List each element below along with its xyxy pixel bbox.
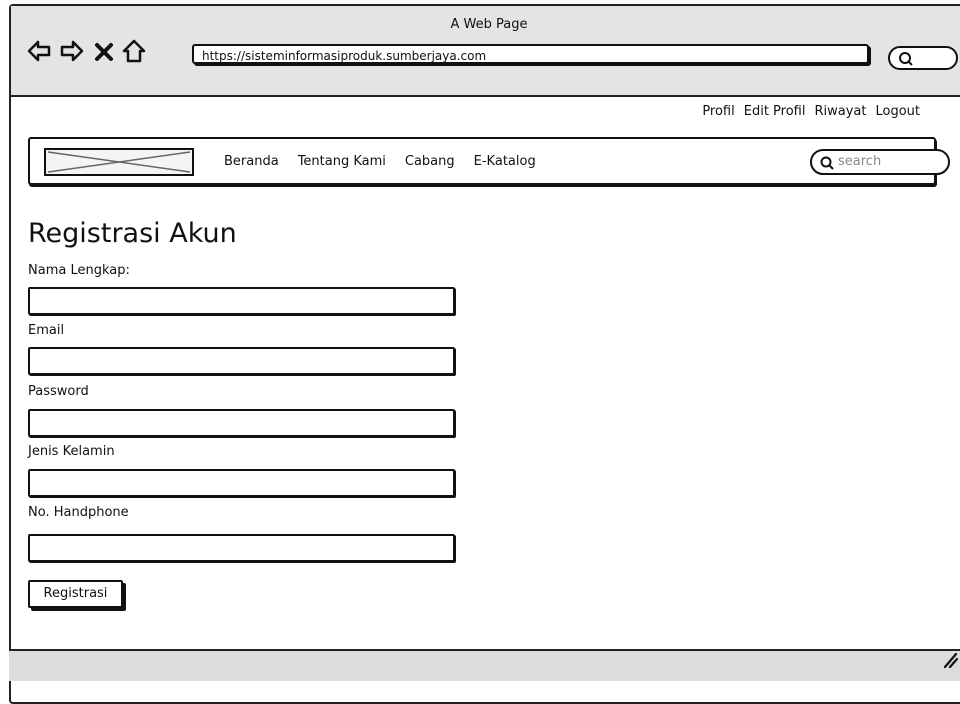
- jenis-kelamin-input[interactable]: [28, 469, 455, 497]
- address-bar[interactable]: https://sisteminformasiproduk.sumberjaya…: [192, 44, 869, 64]
- browser-status-bar: [9, 649, 960, 681]
- label-email: Email: [28, 323, 65, 338]
- browser-titlebar: A Web Page https://sisteminformasiproduk…: [11, 6, 960, 97]
- search-placeholder: search: [838, 154, 882, 169]
- nama-lengkap-input[interactable]: [28, 287, 455, 315]
- label-nama-lengkap: Nama Lengkap:: [28, 263, 130, 278]
- registrasi-button[interactable]: Registrasi: [28, 580, 123, 608]
- top-user-nav: Profil Edit Profil Riwayat Logout: [702, 104, 920, 119]
- label-jenis-kelamin: Jenis Kelamin: [28, 444, 115, 459]
- search-input[interactable]: search: [810, 149, 950, 175]
- forward-icon[interactable]: [59, 38, 85, 64]
- menu-item-cabang[interactable]: Cabang: [405, 154, 455, 169]
- no-handphone-input[interactable]: [28, 534, 455, 562]
- email-input[interactable]: [28, 347, 455, 375]
- logo-image-placeholder[interactable]: [44, 148, 194, 176]
- password-input[interactable]: [28, 409, 455, 437]
- back-icon[interactable]: [26, 38, 52, 64]
- search-icon: [899, 52, 913, 66]
- main-navbar: Beranda Tentang Kami Cabang E-Katalog se…: [28, 137, 950, 185]
- menu-item-beranda[interactable]: Beranda: [224, 154, 279, 169]
- menu-item-tentang-kami[interactable]: Tentang Kami: [298, 154, 386, 169]
- label-password: Password: [28, 384, 89, 399]
- search-icon: [820, 156, 834, 170]
- main-menu: Beranda Tentang Kami Cabang E-Katalog: [224, 154, 536, 169]
- page-title: Registrasi Akun: [28, 218, 237, 249]
- nav-link-riwayat[interactable]: Riwayat: [814, 104, 866, 119]
- image-placeholder-icon: [46, 150, 192, 174]
- nav-link-profil[interactable]: Profil: [702, 104, 734, 119]
- browser-search-button[interactable]: [888, 46, 958, 70]
- window-title: A Web Page: [450, 17, 528, 32]
- nav-link-edit-profil[interactable]: Edit Profil: [744, 104, 806, 119]
- nav-link-logout[interactable]: Logout: [875, 104, 920, 119]
- home-icon[interactable]: [121, 38, 147, 64]
- label-no-handphone: No. Handphone: [28, 505, 129, 520]
- close-icon[interactable]: [91, 39, 117, 65]
- menu-item-e-katalog[interactable]: E-Katalog: [474, 154, 536, 169]
- resize-grip-icon[interactable]: [942, 650, 958, 668]
